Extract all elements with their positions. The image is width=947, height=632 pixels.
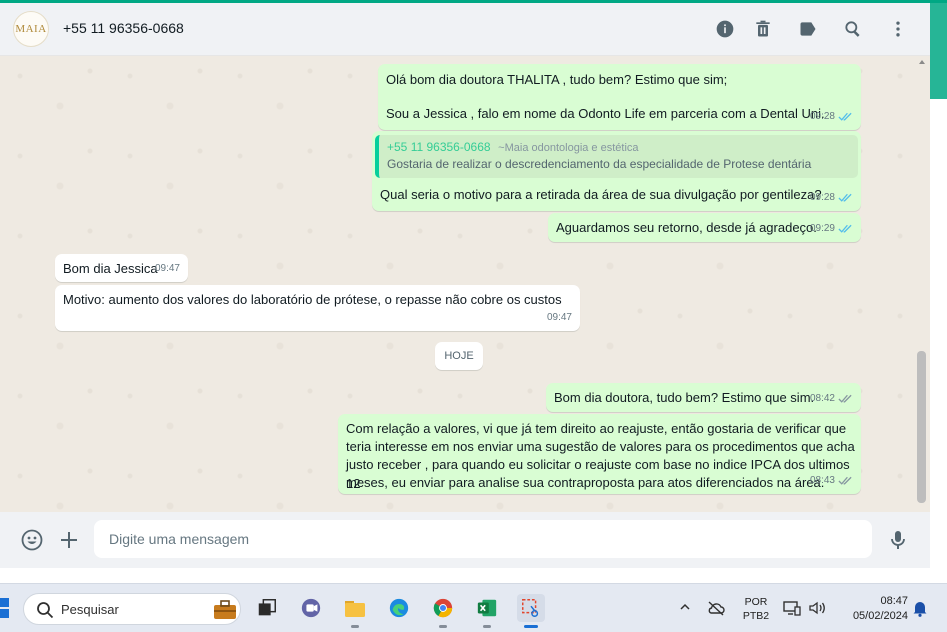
whatsapp-window: MAIA +55 11 96356-0668 Olá bom dia douto…: [0, 0, 947, 568]
running-indicator: [439, 625, 447, 628]
double-check-icon: [838, 394, 852, 403]
language-code: POR: [744, 596, 768, 608]
chrome-icon[interactable]: [429, 594, 457, 628]
chevron-up-icon[interactable]: [679, 601, 691, 613]
avatar-logo-text: MAIA: [15, 23, 47, 35]
clock-date: 05/02/2024: [852, 610, 908, 622]
chat-header: MAIA +55 11 96356-0668: [0, 3, 930, 56]
message-time: 09:29: [809, 223, 835, 234]
snipping-tool-icon[interactable]: [517, 594, 545, 628]
message-meta: 09:47: [155, 259, 180, 278]
double-check-icon: [838, 224, 852, 233]
message-text: Qual seria o motivo para a retirada da á…: [380, 187, 822, 202]
volume-icon[interactable]: [808, 600, 826, 616]
double-check-icon: [838, 476, 852, 485]
notification-bell-icon[interactable]: [912, 600, 928, 617]
windows-start-icon[interactable]: [0, 598, 10, 618]
message-meta: 09:28: [810, 107, 853, 126]
message-text: Bom dia Jessica: [63, 261, 158, 276]
taskbar: Pesquisar POR PTB2 08:47 05/02/2024: [0, 583, 947, 632]
keyboard-layout: PTB2: [742, 610, 770, 622]
double-check-icon: [838, 112, 852, 121]
microphone-icon[interactable]: [885, 527, 911, 553]
teams-icon[interactable]: [297, 594, 325, 622]
scroll-up-arrow-icon[interactable]: [918, 58, 926, 66]
message-text: Aguardamos seu retorno, desde já agradeç…: [556, 220, 817, 235]
label-icon[interactable]: [797, 18, 819, 40]
message-bubble-outgoing[interactable]: Com relação a valores, vi que já tem dir…: [338, 414, 861, 494]
message-time: 09:47: [154, 263, 180, 274]
message-time: 08:43: [809, 475, 835, 486]
quoted-text: Gostaria de realizar o descredenciamento…: [387, 157, 812, 171]
window-edge: [930, 3, 947, 99]
active-indicator: [524, 625, 538, 628]
taskbar-search[interactable]: Pesquisar: [23, 593, 241, 625]
message-time: 09:28: [809, 192, 835, 203]
message-bubble-incoming[interactable]: Bom dia Jessica 09:47: [55, 254, 188, 282]
message-text: Sou a Jessica , falo em nome da Odonto L…: [386, 106, 825, 121]
quoted-push-name: ~Maia odontologia e estética: [498, 142, 639, 154]
message-bubble-incoming[interactable]: Motivo: aumento dos valores do laboratór…: [55, 285, 580, 331]
date-divider: HOJE: [435, 342, 483, 370]
display-icon[interactable]: [783, 600, 801, 616]
message-list[interactable]: Olá bom dia doutora THALITA , tudo bem? …: [0, 56, 930, 512]
message-text: Com relação a valores, vi que já tem dir…: [346, 421, 847, 436]
message-text: teria interesse em nos enviar uma sugest…: [346, 439, 855, 454]
message-bubble-outgoing[interactable]: Olá bom dia doutora THALITA , tudo bem? …: [378, 64, 861, 130]
quoted-sender: +55 11 96356-0668: [387, 140, 491, 154]
running-indicator: [483, 625, 491, 628]
attach-plus-icon[interactable]: [56, 527, 82, 553]
message-meta: 09:29: [810, 219, 853, 238]
excel-icon[interactable]: [473, 594, 501, 628]
quoted-message[interactable]: +55 11 96356-0668 ~Maia odontologia e es…: [375, 135, 858, 178]
taskbar-clock[interactable]: 08:47 05/02/2024: [836, 594, 908, 624]
trash-icon[interactable]: [752, 18, 774, 40]
search-icon[interactable]: [842, 18, 864, 40]
keyboard-language[interactable]: POR PTB2: [738, 595, 774, 623]
task-view-icon[interactable]: [253, 594, 281, 622]
message-text: Olá bom dia doutora THALITA , tudo bem? …: [386, 72, 728, 87]
info-icon[interactable]: [714, 18, 736, 40]
message-time: 08:42: [809, 393, 835, 404]
edge-icon[interactable]: [385, 594, 413, 622]
message-time: 09:28: [809, 111, 835, 122]
message-meta: 09:28: [810, 188, 853, 207]
clock-time: 08:47: [880, 595, 908, 607]
double-check-icon: [838, 193, 852, 202]
message-text: Motivo: aumento dos valores do laboratór…: [63, 292, 562, 307]
message-text: Bom dia doutora, tudo bem? Estimo que si…: [554, 390, 815, 405]
avatar[interactable]: MAIA: [13, 11, 49, 47]
composer: [0, 512, 930, 568]
scrollbar-thumb[interactable]: [917, 351, 926, 503]
message-time: 09:47: [546, 312, 572, 323]
file-explorer-icon[interactable]: [341, 594, 369, 628]
message-bubble-outgoing[interactable]: Bom dia doutora, tudo bem? Estimo que si…: [546, 383, 861, 412]
taskbar-search-label: Pesquisar: [61, 602, 119, 617]
briefcase-icon: [214, 600, 236, 619]
message-meta: 08:43: [810, 471, 853, 490]
message-meta: 08:42: [810, 389, 853, 408]
menu-icon[interactable]: [887, 18, 909, 40]
message-meta: 09:47: [547, 308, 572, 327]
cloud-offline-icon[interactable]: [707, 600, 725, 616]
contact-name[interactable]: +55 11 96356-0668: [63, 20, 184, 36]
message-text: meses, eu enviar para analise sua contra…: [346, 475, 825, 490]
running-indicator: [351, 625, 359, 628]
search-icon: [37, 602, 54, 619]
emoji-icon[interactable]: [19, 527, 45, 553]
message-bubble-outgoing[interactable]: Aguardamos seu retorno, desde já agradeç…: [548, 213, 861, 242]
message-input[interactable]: [94, 520, 872, 558]
